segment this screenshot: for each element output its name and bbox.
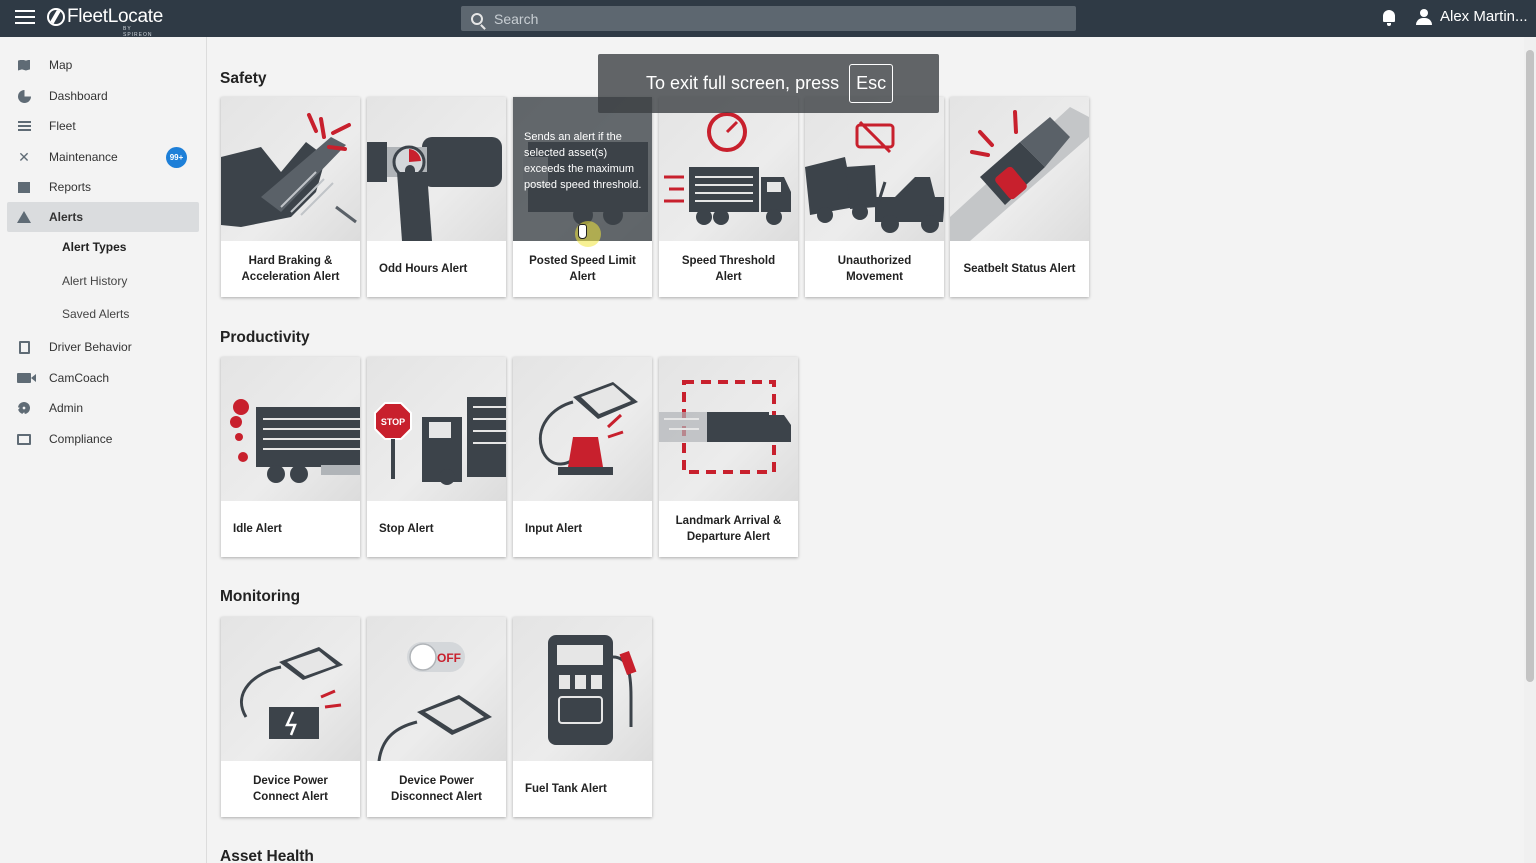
tile-label: Input Alert	[525, 523, 583, 535]
fleetlocate-logo[interactable]: FleetLocate BY SPIREON	[47, 6, 163, 38]
wristwatch-illustration-icon	[367, 97, 506, 241]
battery-device-illustration-icon	[221, 617, 360, 761]
list-icon	[17, 119, 31, 133]
tile-device-power-disconnect[interactable]: OFF Device Power Disconnect Alert	[367, 617, 506, 817]
tile-input[interactable]: Input Alert	[513, 357, 652, 557]
sidebar-item-fleet[interactable]: Fleet	[7, 111, 199, 141]
sidebar-item-label: Dashboard	[49, 89, 108, 103]
device-alarm-illustration-icon	[513, 357, 652, 501]
sidebar-item-dashboard[interactable]: Dashboard	[7, 81, 199, 111]
warning-icon	[17, 210, 31, 224]
fullscreen-exit-notice: To exit full screen, press Esc	[598, 54, 939, 113]
tile-fuel-tank[interactable]: Fuel Tank Alert	[513, 617, 652, 817]
sidebar: Map Dashboard Fleet ✕ Maintenance 99+ Re…	[0, 37, 207, 863]
tile-stop[interactable]: STOP Stop Alert	[367, 357, 506, 557]
sidebar-item-compliance[interactable]: Compliance	[7, 424, 199, 454]
fuel-pump-illustration-icon	[513, 617, 652, 761]
tile-posted-speed-limit[interactable]: Sends an alert if the selected asset(s) …	[513, 97, 652, 297]
report-icon	[17, 180, 31, 194]
tile-idle[interactable]: Idle Alert	[221, 357, 360, 557]
maintenance-count-badge: 99+	[166, 146, 187, 168]
stop-sign-truck-illustration-icon: STOP	[367, 357, 506, 501]
id-card-icon	[17, 432, 31, 446]
sidebar-item-label: Admin	[49, 401, 84, 415]
tile-label: Fuel Tank Alert	[525, 783, 607, 795]
off-toggle-device-illustration-icon: OFF	[367, 617, 506, 761]
brand-name: FleetLocate	[67, 6, 163, 27]
camera-icon	[17, 371, 36, 385]
fullscreen-message: To exit full screen, press	[646, 73, 840, 93]
sidebar-item-label: Fleet	[49, 119, 76, 133]
tile-label: Stop Alert	[379, 523, 434, 535]
search-bar[interactable]	[461, 6, 1076, 31]
search-input[interactable]	[494, 10, 1054, 27]
tile-label: Speed Threshold Alert	[681, 255, 776, 283]
sidebar-item-reports[interactable]: Reports	[7, 172, 199, 202]
mouse-cursor-icon	[575, 221, 601, 247]
hamburger-menu-icon[interactable]	[15, 10, 35, 26]
sidebar-item-camcoach[interactable]: CamCoach	[7, 363, 199, 393]
sidebar-subitem-saved-alerts[interactable]: Saved Alerts	[62, 307, 129, 321]
tile-label: Device Power Disconnect Alert	[391, 775, 482, 803]
sidebar-item-driver-behavior[interactable]: Driver Behavior	[7, 332, 199, 362]
tile-label: Odd Hours Alert	[379, 263, 468, 275]
user-menu[interactable]: Alex Martin...	[1416, 8, 1528, 25]
top-bar: FleetLocate BY SPIREON Alex Martin...	[0, 0, 1536, 38]
tile-seatbelt-status[interactable]: Seatbelt Status Alert	[950, 97, 1089, 297]
sidebar-item-label: Map	[49, 58, 73, 72]
tile-label: Unauthorized Movement	[837, 255, 912, 283]
sidebar-item-label: CamCoach	[49, 371, 110, 385]
tile-device-power-connect[interactable]: Device Power Connect Alert	[221, 617, 360, 817]
tile-hard-braking[interactable]: Hard Braking & Acceleration Alert	[221, 97, 360, 297]
sidebar-item-label: Alerts	[49, 210, 84, 224]
sidebar-item-maintenance[interactable]: ✕ Maintenance 99+	[7, 142, 199, 172]
notification-bell-icon[interactable]	[1382, 10, 1396, 26]
seatbelt-illustration-icon	[950, 97, 1089, 241]
off-toggle-text: OFF	[437, 651, 461, 665]
tile-unauthorized-movement[interactable]: Unauthorized Movement	[805, 97, 944, 297]
tile-label: Idle Alert	[233, 523, 282, 535]
tow-truck-illustration-icon	[805, 97, 944, 241]
speedometer-truck-illustration-icon	[659, 97, 798, 241]
clipboard-icon	[17, 340, 31, 354]
stop-sign-text: STOP	[381, 417, 405, 427]
sidebar-item-label: Driver Behavior	[49, 340, 132, 354]
sidebar-subitem-alert-history[interactable]: Alert History	[62, 274, 127, 288]
sidebar-item-label: Reports	[49, 180, 92, 194]
user-icon	[1416, 8, 1432, 25]
search-icon	[471, 12, 483, 25]
tile-speed-threshold[interactable]: Speed Threshold Alert	[659, 97, 798, 297]
gear-icon	[17, 401, 31, 415]
tile-odd-hours[interactable]: Odd Hours Alert	[367, 97, 506, 297]
wrench-icon: ✕	[18, 148, 30, 165]
tile-label: Landmark Arrival & Departure Alert	[675, 515, 782, 543]
tile-landmark[interactable]: Landmark Arrival & Departure Alert	[659, 357, 798, 557]
sidebar-subitem-alert-types[interactable]: Alert Types	[62, 240, 126, 254]
sidebar-item-alerts[interactable]: Alerts	[7, 202, 199, 232]
sidebar-item-map[interactable]: Map	[7, 50, 199, 80]
section-title-monitoring: Monitoring	[220, 588, 301, 605]
logo-mark-icon	[47, 8, 65, 26]
tile-hover-description: Sends an alert if the selected asset(s) …	[513, 97, 652, 241]
idle-truck-illustration-icon	[221, 357, 360, 501]
tile-label: Device Power Connect Alert	[253, 775, 328, 803]
user-name: Alex Martin...	[1440, 8, 1528, 25]
sidebar-item-admin[interactable]: Admin	[7, 393, 199, 423]
esc-key-label: Esc	[849, 64, 894, 103]
pie-chart-icon	[17, 89, 31, 103]
section-title-productivity: Productivity	[220, 329, 310, 346]
map-icon	[17, 58, 31, 72]
alert-types-content: Safety Hard Braking & Acceleration Alert	[208, 37, 1524, 863]
hard-braking-illustration-icon	[221, 97, 360, 241]
section-title-asset-health: Asset Health	[220, 848, 314, 863]
section-title-safety: Safety	[220, 70, 267, 87]
sidebar-item-label: Compliance	[49, 432, 113, 446]
sidebar-item-label: Maintenance	[49, 150, 118, 164]
tile-label: Hard Braking & Acceleration Alert	[241, 255, 340, 283]
tile-label: Posted Speed Limit Alert	[529, 255, 636, 283]
tile-label: Seatbelt Status Alert	[963, 263, 1076, 275]
geofence-truck-illustration-icon	[659, 357, 798, 501]
scrollbar-thumb[interactable]	[1526, 50, 1534, 682]
